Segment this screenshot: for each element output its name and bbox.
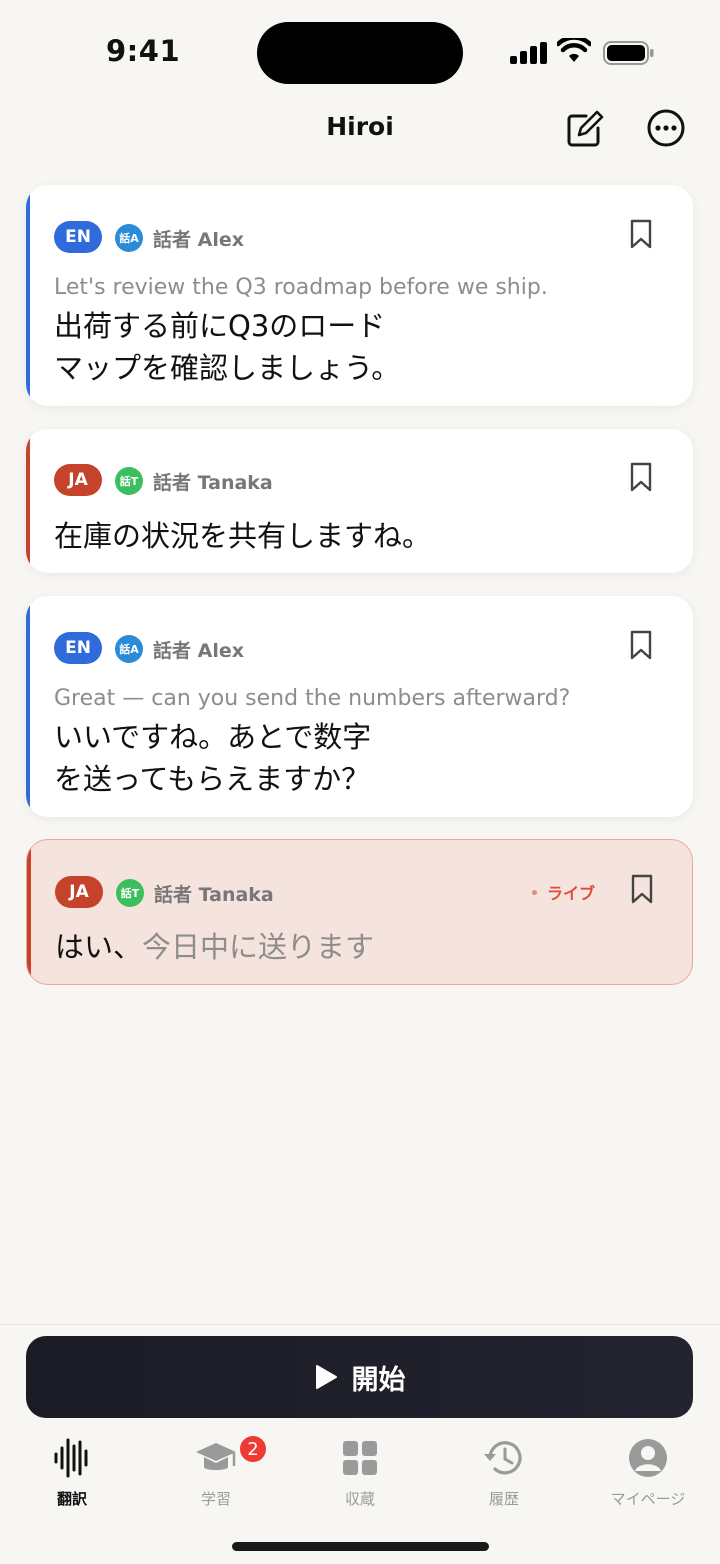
translation-pending: 今日中に送ります [142,930,375,964]
start-button-label: 開始 [351,1364,406,1396]
tab-learning[interactable]: 2 学習 [144,1434,288,1509]
translation-text: 在庫の状況を共有しますね。 [54,519,432,553]
live-transcript-card[interactable]: JA 話T 話者 Tanaka ライブ はい、今日中に送ります [26,839,693,985]
speaker-avatar-icon: 話T [115,467,143,495]
translation-line: マップを確認しましょう。 [54,351,401,385]
translation-text: はい、今日中に送ります [55,926,374,968]
lang-accent-bar [26,185,30,406]
language-badge: JA [54,464,102,496]
bookmark-icon[interactable] [630,219,652,249]
source-text: Great — can you send the numbers afterwa… [54,686,571,711]
page-title: Hiroi [326,112,394,141]
transcript-card[interactable]: EN 話A 話者 Alex Let's review the Q3 roadma… [26,185,693,406]
speaker-label: 話者 Tanaka [153,472,273,494]
live-indicator: ライブ [532,880,595,904]
bookmark-icon[interactable] [630,630,652,660]
wifi-icon [557,38,591,62]
status-bar: 9:41 [0,0,720,100]
tab-badge: 2 [238,1434,268,1464]
tab-label: 翻訳 [56,1490,87,1508]
lang-accent-bar [26,429,30,573]
dynamic-island [257,22,463,84]
speaker-label: 話者 Tanaka [154,884,274,906]
speaker-avatar-icon: 話T [116,879,144,907]
start-button[interactable]: 開始 [26,1336,693,1418]
bookmark-icon[interactable] [630,462,652,492]
tab-collection[interactable]: 収蔵 [288,1436,432,1509]
translation-confirmed: はい、 [55,930,143,964]
tab-mypage[interactable]: マイページ [576,1436,720,1509]
transcript-card[interactable]: JA 話T 話者 Tanaka 在庫の状況を共有しますね。 [26,429,693,573]
live-dot-icon [532,889,537,895]
translation-line: いいですね。あとで数字 [54,720,372,754]
tab-label: 収蔵 [344,1490,375,1508]
graduation-cap-icon [196,1443,236,1470]
source-text: Let's review the Q3 roadmap before we sh… [54,275,548,300]
translation-line: を送ってもらえますか？ [54,762,371,796]
speaker-avatar-icon: 話A [115,224,143,252]
lang-accent-bar [27,840,31,984]
tab-label: 履歴 [488,1490,519,1508]
translation-line: 出荷する前にQ3のロード [54,309,386,343]
transcript-card[interactable]: EN 話A 話者 Alex Great — can you send the n… [26,596,693,817]
translation-text: いいですね。あとで数字 を送ってもらえますか？ [54,716,371,800]
compose-icon[interactable] [564,110,604,150]
tab-translate[interactable]: 翻訳 [0,1436,144,1509]
tab-label: 学習 [200,1490,231,1508]
language-badge: EN [54,632,102,664]
tab-label: マイページ [610,1490,686,1508]
person-icon [629,1439,667,1477]
speaker-label: 話者 Alex [153,640,244,662]
grid-icon [343,1441,377,1475]
home-indicator [232,1542,489,1551]
waveform-icon [54,1438,88,1478]
battery-icon [603,41,654,65]
play-icon [315,1365,337,1389]
lang-accent-bar [26,596,30,817]
translation-text: 出荷する前にQ3のロード マップを確認しましょう。 [54,305,400,389]
cellular-signal-icon [510,42,548,64]
speaker-label: 話者 Alex [153,229,244,251]
language-badge: EN [54,221,102,253]
speaker-avatar-icon: 話A [115,635,143,663]
history-icon [484,1441,522,1475]
more-options-icon[interactable] [646,108,686,148]
tab-history[interactable]: 履歴 [432,1436,576,1509]
language-badge: JA [55,876,103,908]
status-time: 9:41 [106,34,181,68]
bookmark-icon[interactable] [631,874,653,904]
live-label: ライブ [547,884,596,903]
